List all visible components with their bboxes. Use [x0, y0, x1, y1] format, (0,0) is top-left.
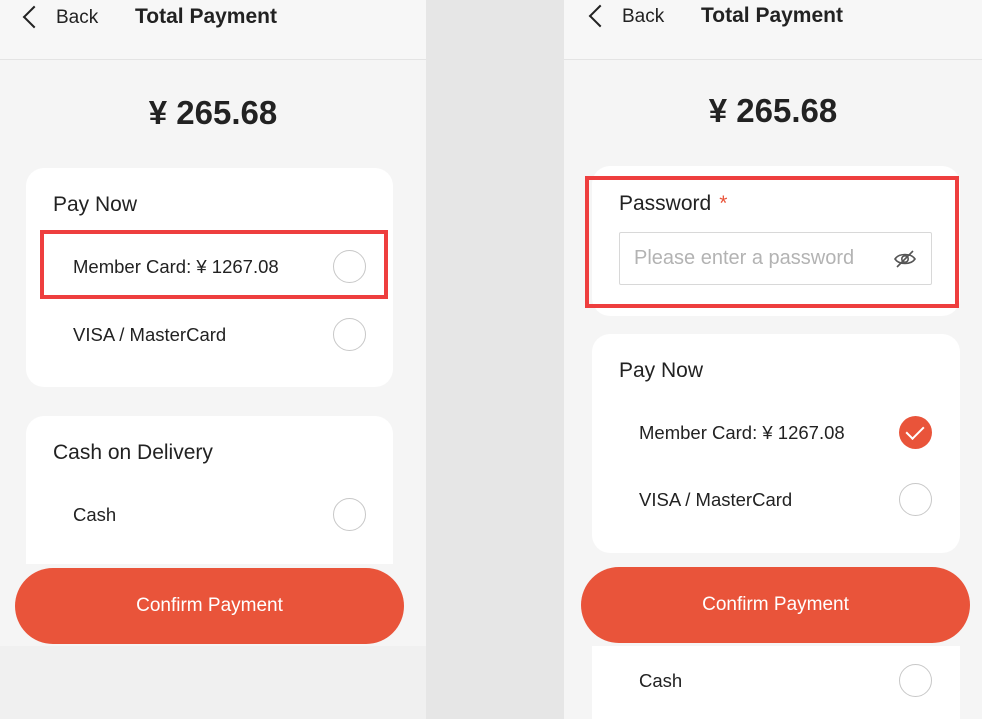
page-title: Total Payment	[701, 4, 843, 27]
cash-radio[interactable]	[333, 498, 366, 531]
left-payment-screen: Back Total Payment ¥ 265.68 Pay Now Memb…	[0, 0, 426, 719]
member-card-option-label[interactable]: Member Card: ¥ 1267.08	[639, 422, 845, 444]
checkmark-icon	[905, 420, 925, 441]
visa-mastercard-option-label[interactable]: VISA / MasterCard	[73, 324, 226, 346]
page-title: Total Payment	[135, 5, 277, 28]
right-payment-screen: Back Total Payment ¥ 265.68 Password * Pa…	[564, 0, 982, 719]
back-button[interactable]: Back	[622, 6, 664, 28]
member-card-radio-checked[interactable]	[899, 416, 932, 449]
cash-radio[interactable]	[899, 664, 932, 697]
visa-mastercard-radio[interactable]	[899, 483, 932, 516]
bottom-area	[0, 646, 426, 719]
cash-option-label[interactable]: Cash	[639, 670, 682, 692]
confirm-payment-button[interactable]: Confirm Payment	[581, 567, 970, 643]
back-chevron-icon[interactable]	[588, 4, 612, 28]
screen-divider	[426, 0, 564, 719]
password-highlight-box	[585, 176, 959, 308]
visa-mastercard-radio[interactable]	[333, 318, 366, 351]
pay-now-card: Pay Now Member Card: ¥ 1267.08 VISA / Ma…	[592, 334, 960, 553]
visa-mastercard-option-label[interactable]: VISA / MasterCard	[639, 489, 792, 511]
pay-now-title: Pay Now	[53, 193, 138, 216]
cash-card: Cash	[592, 646, 960, 719]
total-amount: ¥ 265.68	[708, 92, 838, 129]
nav-header: Back Total Payment	[0, 0, 426, 60]
cash-option-label[interactable]: Cash	[73, 504, 116, 526]
pay-now-title: Pay Now	[619, 359, 704, 382]
back-button[interactable]: Back	[56, 7, 98, 29]
confirm-payment-button[interactable]: Confirm Payment	[15, 568, 404, 644]
member-card-highlight-box	[40, 230, 388, 299]
cash-on-delivery-title: Cash on Delivery	[53, 441, 213, 464]
total-amount: ¥ 265.68	[148, 94, 278, 131]
nav-header: Back Total Payment	[564, 0, 982, 60]
back-chevron-icon[interactable]	[22, 5, 46, 29]
